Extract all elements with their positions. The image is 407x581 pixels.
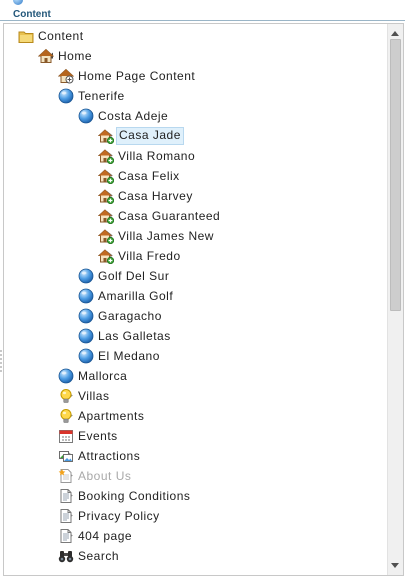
tree-node-garagacho[interactable]: Garagacho <box>4 306 387 326</box>
tree-node-home-page-content[interactable]: Home Page Content <box>4 66 387 86</box>
globe-icon <box>78 108 94 124</box>
tree-node-label[interactable]: Las Galletas <box>96 328 173 344</box>
document-icon <box>58 488 74 504</box>
tree-node-search[interactable]: Search <box>4 546 387 566</box>
home-content-icon <box>58 68 74 84</box>
tree-node-label[interactable]: Villa James New <box>116 228 216 244</box>
binoculars-icon <box>58 548 74 564</box>
house-icon <box>98 128 114 144</box>
tree-node-label[interactable]: Home Page Content <box>76 68 197 84</box>
content-tree-panel: Content Home Home Page Content Tenerife Cost… <box>3 23 404 576</box>
tree-node-attractions[interactable]: Attractions <box>4 446 387 466</box>
tree-node-costa-adeje[interactable]: Costa Adeje <box>4 106 387 126</box>
home-icon <box>38 48 54 64</box>
tree-node-home[interactable]: Home <box>4 46 387 66</box>
app-orb-icon <box>13 0 23 5</box>
house-icon <box>98 188 114 204</box>
house-icon <box>98 148 114 164</box>
tree-node-villa-fredo[interactable]: Villa Fredo <box>4 246 387 266</box>
tree-node-el-medano[interactable]: El Medano <box>4 346 387 366</box>
tree-node-label[interactable]: Privacy Policy <box>76 508 162 524</box>
tree-node-label[interactable]: Search <box>76 548 121 564</box>
tree-node-casa-jade[interactable]: Casa Jade <box>4 126 387 146</box>
document-icon <box>58 508 74 524</box>
house-icon <box>98 208 114 224</box>
tree-node-events[interactable]: Events <box>4 426 387 446</box>
tree-node-las-galletas[interactable]: Las Galletas <box>4 326 387 346</box>
tree-node-villas[interactable]: Villas <box>4 386 387 406</box>
tree-node-label[interactable]: Costa Adeje <box>96 108 170 124</box>
tree-node-label[interactable]: 404 page <box>76 528 134 544</box>
tree-node-label[interactable]: Events <box>76 428 120 444</box>
document-icon <box>58 528 74 544</box>
tree-node-label[interactable]: Home <box>56 48 94 64</box>
tree-node-casa-felix[interactable]: Casa Felix <box>4 166 387 186</box>
tree-node-label[interactable]: Villa Romano <box>116 148 197 164</box>
content-tree: Content Home Home Page Content Tenerife Cost… <box>4 24 387 575</box>
tree-node-label[interactable]: Mallorca <box>76 368 129 384</box>
lightbulb-icon <box>58 408 74 424</box>
scroll-down-arrow-icon[interactable] <box>391 563 399 568</box>
tree-node-villa-romano[interactable]: Villa Romano <box>4 146 387 166</box>
tree-node-label[interactable]: Casa Jade <box>116 127 184 145</box>
tree-node-content[interactable]: Content <box>4 26 387 46</box>
globe-icon <box>78 348 94 364</box>
top-window-strip <box>0 0 407 8</box>
splitter-grip[interactable] <box>0 350 2 374</box>
tree-node-tenerife[interactable]: Tenerife <box>4 86 387 106</box>
tree-node-label[interactable]: Amarilla Golf <box>96 288 175 304</box>
tree-node-label[interactable]: Booking Conditions <box>76 488 192 504</box>
tree-node-privacy-policy[interactable]: Privacy Policy <box>4 506 387 526</box>
tree-node-about-us[interactable]: About Us <box>4 466 387 486</box>
house-icon <box>98 168 114 184</box>
pane-header-title: Content <box>0 8 405 21</box>
tree-node-label[interactable]: Garagacho <box>96 308 164 324</box>
tree-node-villa-james-new[interactable]: Villa James New <box>4 226 387 246</box>
new-document-icon <box>58 468 74 484</box>
vertical-scrollbar[interactable] <box>387 24 403 575</box>
globe-icon <box>58 368 74 384</box>
tree-node-label[interactable]: About Us <box>76 468 133 484</box>
tree-node-amarilla-golf[interactable]: Amarilla Golf <box>4 286 387 306</box>
tree-node-label[interactable]: Villas <box>76 388 111 404</box>
globe-icon <box>78 308 94 324</box>
tree-node-label[interactable]: Content <box>36 28 86 44</box>
lightbulb-icon <box>58 388 74 404</box>
house-icon <box>98 248 114 264</box>
tree-node-label[interactable]: Attractions <box>76 448 142 464</box>
tree-node-label[interactable]: Casa Harvey <box>116 188 195 204</box>
tree-node-booking-conditions[interactable]: Booking Conditions <box>4 486 387 506</box>
tree-node-label[interactable]: Tenerife <box>76 88 127 104</box>
tree-node-apartments[interactable]: Apartments <box>4 406 387 426</box>
globe-icon <box>78 268 94 284</box>
tree-node-casa-harvey[interactable]: Casa Harvey <box>4 186 387 206</box>
tree-node-label[interactable]: Villa Fredo <box>116 248 183 264</box>
tree-node-label[interactable]: Casa Felix <box>116 168 182 184</box>
globe-icon <box>78 288 94 304</box>
globe-icon <box>78 328 94 344</box>
tree-node-label[interactable]: Apartments <box>76 408 146 424</box>
calendar-icon <box>58 428 74 444</box>
folder-icon <box>18 28 34 44</box>
tree-node-casa-guaranteed[interactable]: Casa Guaranteed <box>4 206 387 226</box>
tree-node-label[interactable]: El Medano <box>96 348 162 364</box>
tree-node-mallorca[interactable]: Mallorca <box>4 366 387 386</box>
scroll-up-arrow-icon[interactable] <box>391 31 399 36</box>
image-gallery-icon <box>58 448 74 464</box>
house-icon <box>98 228 114 244</box>
tree-node-404-page[interactable]: 404 page <box>4 526 387 546</box>
tree-node-golf-del-sur[interactable]: Golf Del Sur <box>4 266 387 286</box>
tree-node-label[interactable]: Golf Del Sur <box>96 268 171 284</box>
tree-node-label[interactable]: Casa Guaranteed <box>116 208 222 224</box>
scrollbar-thumb[interactable] <box>390 39 401 311</box>
globe-icon <box>58 88 74 104</box>
